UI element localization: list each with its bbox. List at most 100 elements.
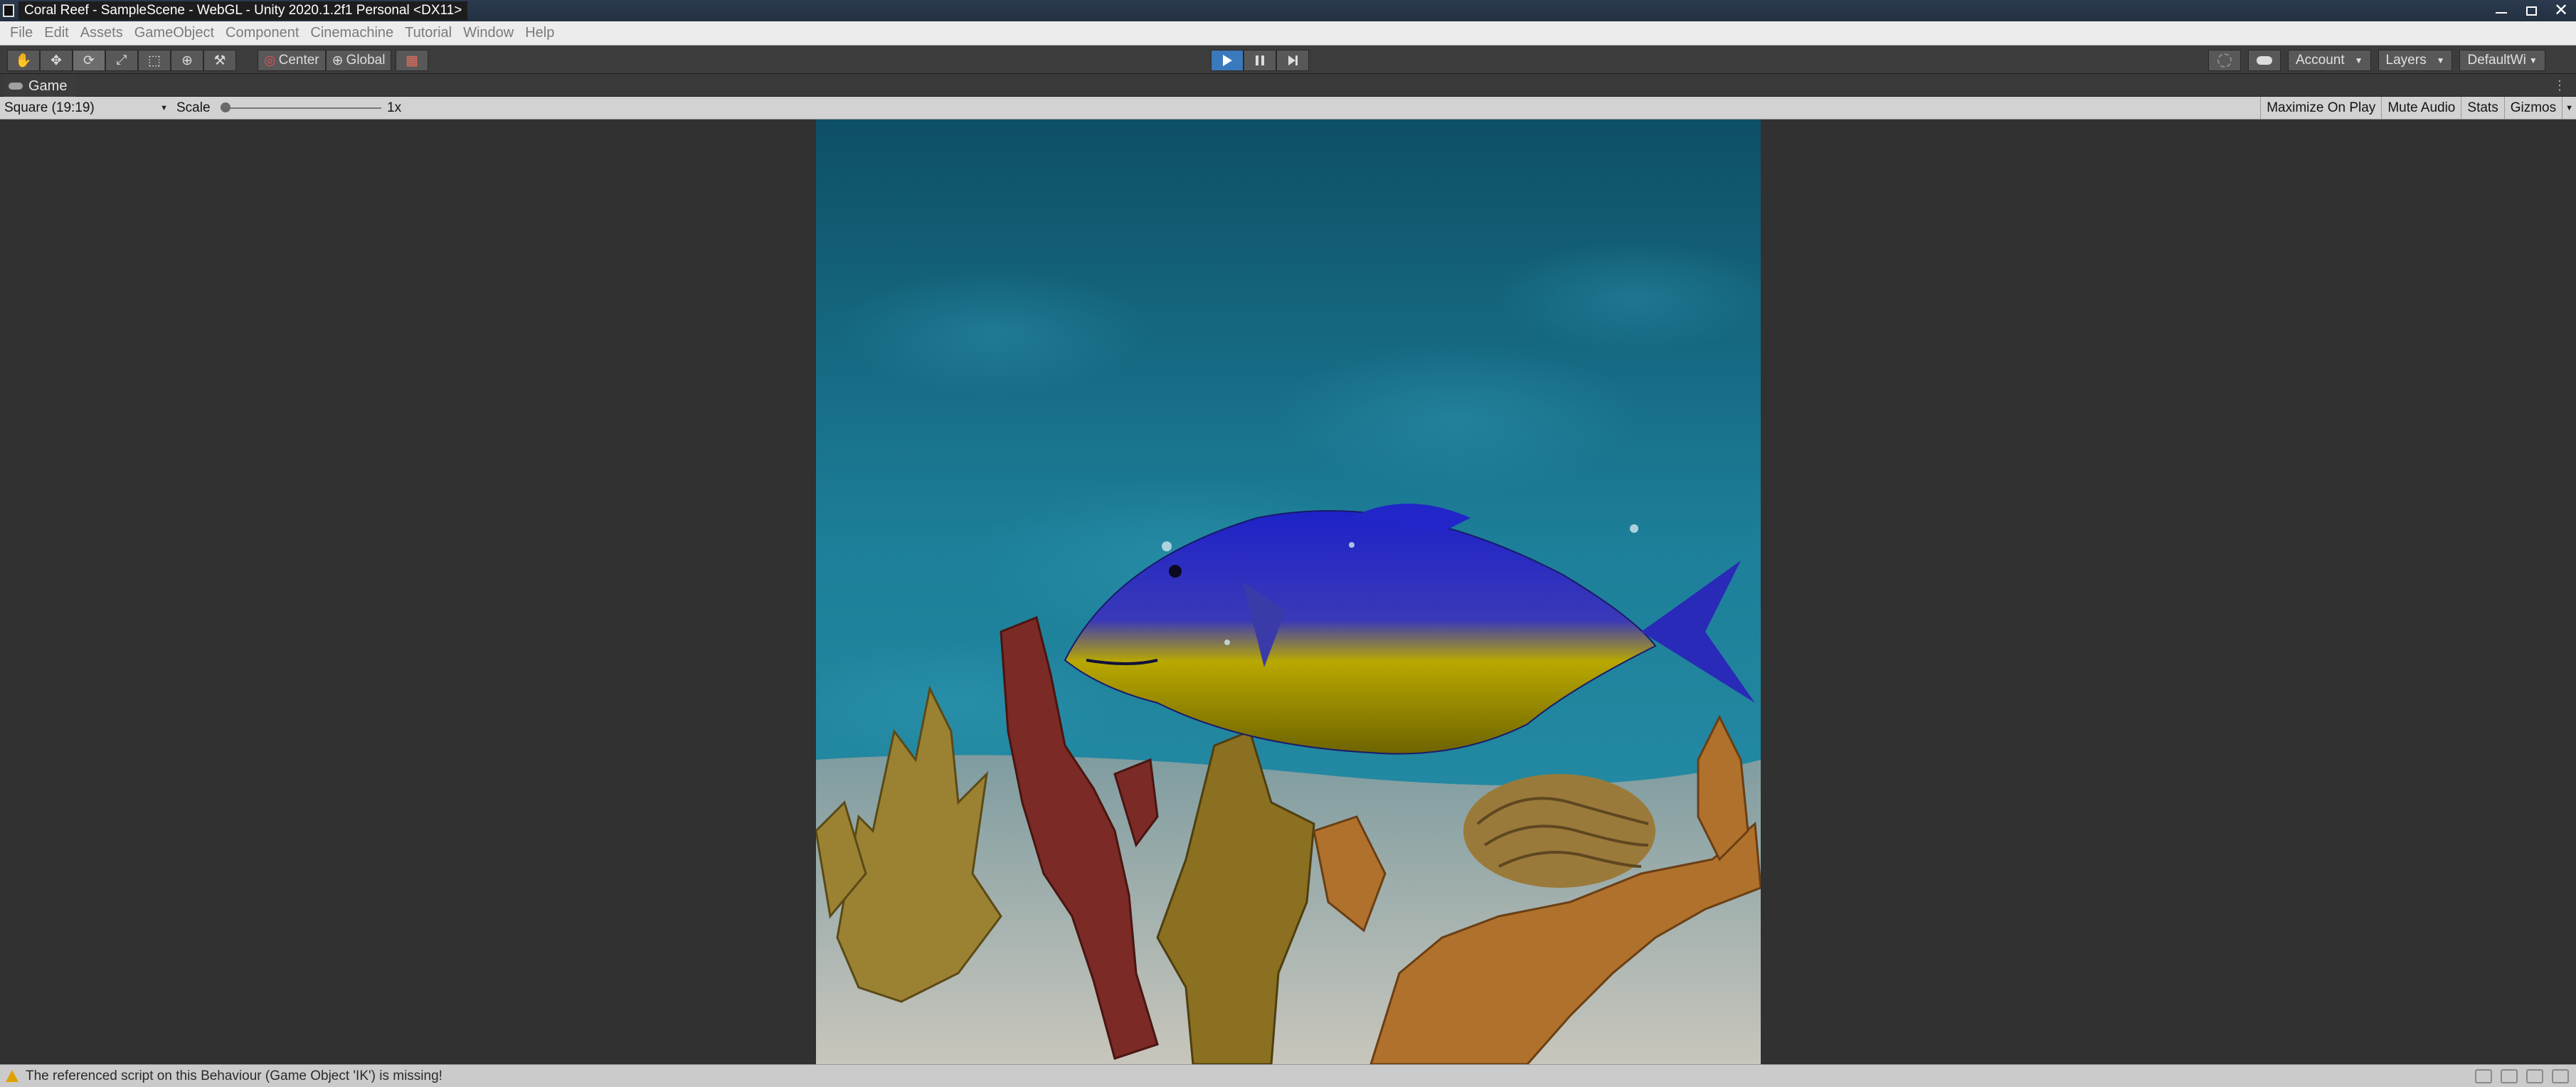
rotate-tool-button[interactable]	[73, 50, 105, 71]
fish-eye	[1169, 565, 1182, 578]
pivot-center-button[interactable]: ◎ Center	[258, 50, 326, 71]
move-icon	[51, 53, 62, 69]
maximize-icon	[2525, 6, 2537, 16]
custom-tool-button[interactable]	[203, 50, 236, 71]
layers-label: Layers	[2385, 53, 2427, 68]
tab-game-label: Game	[28, 78, 68, 94]
rotate-icon	[83, 53, 95, 69]
unity-app-icon	[3, 4, 14, 17]
tab-options-icon[interactable]: ⋮	[2553, 78, 2566, 93]
main-toolbar: ◎ Center ⊕ Global ▦ Account ▼ Layers ▼ D…	[0, 46, 2576, 74]
chevron-down-icon: ▼	[2354, 55, 2363, 65]
aspect-ratio-label: Square (19:19)	[4, 100, 95, 115]
mute-audio-toggle[interactable]: Mute Audio	[2381, 97, 2461, 119]
scale-icon	[116, 53, 127, 68]
close-button[interactable]: ✕	[2546, 0, 2576, 21]
layers-dropdown[interactable]: Layers ▼	[2378, 50, 2453, 71]
game-tab-bar: Game ⋮	[0, 74, 2576, 97]
play-controls	[1211, 50, 1309, 71]
game-render[interactable]	[816, 120, 1761, 1064]
rect-tool-button[interactable]	[138, 50, 171, 71]
debug-icon[interactable]	[2526, 1069, 2543, 1083]
maximize-on-play-toggle[interactable]: Maximize On Play	[2260, 97, 2381, 119]
gizmos-toggle[interactable]: Gizmos	[2503, 97, 2562, 119]
game-view-toolbar: Square (19:19) ▼ Scale 1x Maximize On Pl…	[0, 97, 2576, 120]
game-viewport[interactable]	[0, 120, 2576, 1064]
title-bar-drag-area[interactable]	[467, 0, 2486, 21]
menu-assets[interactable]: Assets	[75, 25, 129, 41]
menu-component[interactable]: Component	[220, 25, 304, 41]
menu-edit[interactable]: Edit	[38, 25, 74, 41]
scale-slider[interactable]	[221, 102, 381, 112]
scale-label: Scale	[176, 100, 211, 115]
collab-button[interactable]	[2208, 50, 2241, 71]
account-label: Account	[2296, 53, 2345, 68]
transform-tool-button[interactable]	[171, 50, 203, 71]
status-message: The referenced script on this Behaviour …	[26, 1068, 442, 1083]
scale-slider-handle[interactable]	[221, 102, 230, 112]
progress-icon[interactable]	[2501, 1069, 2518, 1083]
menu-gameobject[interactable]: GameObject	[129, 25, 220, 41]
coral-reef-scene	[816, 120, 1761, 1064]
toolbar-right: Account ▼ Layers ▼ DefaultWi ▼	[2208, 50, 2545, 71]
move-tool-button[interactable]	[40, 50, 73, 71]
gizmos-label: Gizmos	[2510, 100, 2557, 115]
pause-icon	[1256, 55, 1264, 65]
stats-label: Stats	[2467, 100, 2498, 115]
pause-button[interactable]	[1244, 50, 1276, 71]
chevron-down-icon: ▼	[2528, 55, 2538, 65]
global-icon: ⊕	[332, 53, 344, 68]
transform-tools	[7, 50, 236, 71]
step-button[interactable]	[1276, 50, 1309, 71]
transform-icon	[181, 53, 193, 69]
hand-tool-button[interactable]	[7, 50, 40, 71]
maximize-button[interactable]	[2516, 0, 2546, 21]
aspect-ratio-dropdown[interactable]: Square (19:19) ▼	[4, 99, 168, 117]
chevron-down-icon: ▼	[2565, 103, 2573, 112]
menu-tutorial[interactable]: Tutorial	[399, 25, 457, 41]
layout-dropdown[interactable]: DefaultWi ▼	[2459, 50, 2545, 71]
maximize-on-play-label: Maximize On Play	[2267, 100, 2376, 115]
custom-tool-icon	[213, 53, 226, 69]
pivot-global-label: Global	[346, 53, 386, 68]
snap-controls: ▦	[396, 50, 428, 71]
auto-generate-lighting-icon[interactable]	[2475, 1069, 2492, 1083]
status-bar[interactable]: The referenced script on this Behaviour …	[0, 1064, 2576, 1087]
pivot-controls: ◎ Center ⊕ Global	[258, 50, 392, 71]
grid-snap-icon: ▦	[406, 53, 418, 68]
cloud-button[interactable]	[2248, 50, 2281, 71]
title-bar: Coral Reef - SampleScene - WebGL - Unity…	[0, 0, 2576, 21]
close-icon: ✕	[2553, 1, 2569, 20]
tab-game[interactable]: Game	[4, 75, 76, 97]
menu-bar: File Edit Assets GameObject Component Ci…	[0, 21, 2576, 46]
step-icon	[1288, 55, 1298, 65]
grid-snap-button[interactable]: ▦	[396, 50, 428, 71]
hand-icon	[15, 52, 32, 69]
scale-tool-button[interactable]	[105, 50, 138, 71]
menu-help[interactable]: Help	[519, 25, 560, 41]
account-dropdown[interactable]: Account ▼	[2288, 50, 2371, 71]
stats-toggle[interactable]: Stats	[2461, 97, 2503, 119]
pivot-global-button[interactable]: ⊕ Global	[325, 50, 392, 71]
settings-icon[interactable]	[2552, 1069, 2569, 1083]
menu-window[interactable]: Window	[457, 25, 519, 41]
pivot-center-label: Center	[278, 53, 319, 68]
chevron-down-icon: ▼	[2436, 55, 2445, 65]
gamepad-icon	[9, 83, 23, 90]
gizmos-menu-button[interactable]: ▼	[2562, 97, 2576, 119]
chevron-down-icon: ▼	[160, 104, 168, 112]
game-view-options: Maximize On Play Mute Audio Stats Gizmos…	[2260, 97, 2576, 119]
mute-audio-label: Mute Audio	[2387, 100, 2456, 115]
cloud-icon	[2257, 56, 2272, 65]
pivot-center-icon: ◎	[264, 53, 276, 68]
menu-file[interactable]: File	[4, 25, 38, 41]
scale-value: 1x	[387, 100, 402, 115]
status-icons	[2475, 1069, 2569, 1083]
minimize-button[interactable]	[2486, 0, 2516, 21]
layout-label: DefaultWi	[2467, 53, 2526, 68]
window-controls: ✕	[2486, 0, 2576, 21]
play-button[interactable]	[1211, 50, 1244, 71]
brain-coral	[1463, 774, 1655, 888]
play-icon	[1222, 55, 1232, 66]
menu-cinemachine[interactable]: Cinemachine	[304, 25, 399, 41]
